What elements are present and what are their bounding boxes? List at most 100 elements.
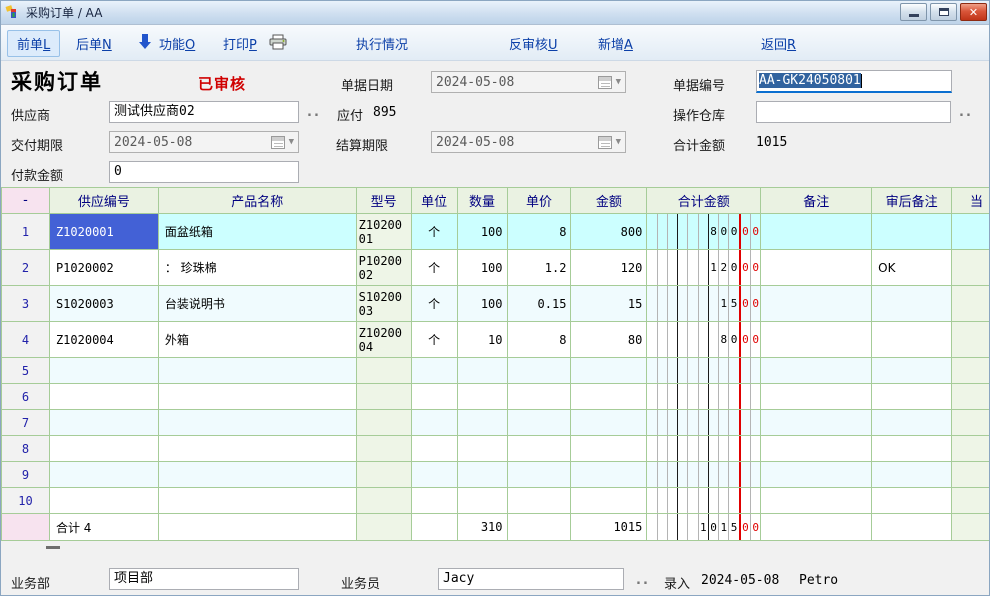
cell-r5-name[interactable] — [159, 358, 357, 384]
cell-r5-current-stock[interactable] — [952, 358, 990, 384]
cell-r7-post-note[interactable] — [872, 410, 952, 436]
cell-r5-code[interactable] — [50, 358, 159, 384]
dept-input[interactable]: 项目部 — [109, 568, 299, 590]
cell-r9-code[interactable] — [50, 462, 159, 488]
cell-r4-note[interactable] — [761, 322, 872, 358]
cell-r4-rownum[interactable]: 4 — [2, 322, 50, 358]
supplier-input[interactable]: 测试供应商02 — [109, 101, 299, 123]
cell-r3-amount[interactable]: 15 — [571, 286, 647, 322]
cell-r3-rownum[interactable]: 3 — [2, 286, 50, 322]
cell-r6-post-note[interactable] — [872, 384, 952, 410]
clerk-browse-button[interactable]: .. — [636, 573, 650, 588]
cell-r3-model[interactable]: S1020003 — [357, 286, 412, 322]
cell-r7-unit[interactable] — [412, 410, 458, 436]
cell-r8-ledger[interactable] — [647, 436, 761, 462]
cell-r6-unit[interactable] — [412, 384, 458, 410]
cell-r8-price[interactable] — [508, 436, 572, 462]
cell-r1-amount[interactable]: 800 — [571, 214, 647, 250]
cell-r5-amount[interactable] — [571, 358, 647, 384]
cell-r9-rownum[interactable]: 9 — [2, 462, 50, 488]
minimize-button[interactable] — [900, 3, 927, 21]
cell-r7-current-stock[interactable] — [952, 410, 990, 436]
settle-deadline-input[interactable]: 2024-05-08 ▼ — [431, 131, 626, 153]
cell-r3-current-stock[interactable] — [952, 286, 990, 322]
prev-doc-button[interactable]: 前单L — [7, 30, 60, 57]
cell-r10-qty[interactable] — [458, 488, 508, 514]
cell-r10-unit[interactable] — [412, 488, 458, 514]
cell-r7-qty[interactable] — [458, 410, 508, 436]
cell-r5-model[interactable] — [357, 358, 412, 384]
cell-r5-unit[interactable] — [412, 358, 458, 384]
cell-r3-price[interactable]: 0.15 — [508, 286, 572, 322]
cell-r9-current-stock[interactable] — [952, 462, 990, 488]
cell-r4-post-note[interactable] — [872, 322, 952, 358]
cell-r5-rownum[interactable]: 5 — [2, 358, 50, 384]
cell-r1-price[interactable]: 8 — [508, 214, 572, 250]
cell-r9-amount[interactable] — [571, 462, 647, 488]
doc-date-input[interactable]: 2024-05-08 ▼ — [431, 71, 626, 93]
cell-r3-name[interactable]: 台装说明书 — [159, 286, 357, 322]
cell-r7-ledger[interactable] — [647, 410, 761, 436]
cell-r5-post-note[interactable] — [872, 358, 952, 384]
functions-dropdown-icon[interactable] — [139, 34, 151, 53]
cell-r10-amount[interactable] — [571, 488, 647, 514]
cell-r1-ledger[interactable]: 80000 — [647, 214, 761, 250]
unaudit-button[interactable]: 反审核U — [509, 34, 558, 53]
cell-r10-code[interactable] — [50, 488, 159, 514]
cell-r2-code[interactable]: P1020002 — [50, 250, 159, 286]
cell-r2-name[interactable]: ： 珍珠棉 — [159, 250, 357, 286]
next-doc-button[interactable]: 后单N — [76, 34, 112, 53]
doc-no-input[interactable]: AA-GK24050801 — [756, 70, 952, 93]
cell-r7-note[interactable] — [761, 410, 872, 436]
delivery-deadline-input[interactable]: 2024-05-08 ▼ — [109, 131, 299, 153]
cell-r4-current-stock[interactable] — [952, 322, 990, 358]
cell-r9-note[interactable] — [761, 462, 872, 488]
cell-r9-price[interactable] — [508, 462, 572, 488]
functions-button[interactable]: 功能O — [159, 34, 195, 53]
cell-r4-unit[interactable]: 个 — [412, 322, 458, 358]
cell-r1-qty[interactable]: 100 — [458, 214, 508, 250]
cell-r8-rownum[interactable]: 8 — [2, 436, 50, 462]
cell-r6-rownum[interactable]: 6 — [2, 384, 50, 410]
cell-r10-name[interactable] — [159, 488, 357, 514]
cell-r7-name[interactable] — [159, 410, 357, 436]
cell-r4-qty[interactable]: 10 — [458, 322, 508, 358]
cell-r4-name[interactable]: 外箱 — [159, 322, 357, 358]
cell-r5-note[interactable] — [761, 358, 872, 384]
cell-r8-code[interactable] — [50, 436, 159, 462]
cell-r3-qty[interactable]: 100 — [458, 286, 508, 322]
cell-r6-model[interactable] — [357, 384, 412, 410]
warehouse-input[interactable] — [756, 101, 951, 123]
cell-r1-current-stock[interactable] — [952, 214, 990, 250]
cell-r10-model[interactable] — [357, 488, 412, 514]
cell-r2-qty[interactable]: 100 — [458, 250, 508, 286]
close-button[interactable]: ✕ — [960, 3, 987, 21]
cell-r1-code[interactable]: Z1020001 — [50, 214, 159, 250]
new-button[interactable]: 新增A — [598, 34, 633, 53]
cell-r2-current-stock[interactable] — [952, 250, 990, 286]
cell-r2-price[interactable]: 1.2 — [508, 250, 572, 286]
cell-r2-unit[interactable]: 个 — [412, 250, 458, 286]
execution-status-button[interactable]: 执行情况 — [356, 34, 408, 53]
cell-r10-rownum[interactable]: 10 — [2, 488, 50, 514]
supplier-browse-button[interactable]: .. — [307, 105, 321, 120]
totals-ledger[interactable]: 101500 — [647, 514, 761, 541]
printer-icon[interactable] — [269, 34, 287, 54]
cell-r4-amount[interactable]: 80 — [571, 322, 647, 358]
cell-r10-post-note[interactable] — [872, 488, 952, 514]
cell-r9-name[interactable] — [159, 462, 357, 488]
cell-r8-name[interactable] — [159, 436, 357, 462]
cell-r2-post-note[interactable]: OK — [872, 250, 952, 286]
return-button[interactable]: 返回R — [761, 34, 796, 53]
clerk-input[interactable]: Jacy — [438, 568, 624, 590]
cell-r4-code[interactable]: Z1020004 — [50, 322, 159, 358]
cell-r1-post-note[interactable] — [872, 214, 952, 250]
cell-r6-name[interactable] — [159, 384, 357, 410]
cell-r6-amount[interactable] — [571, 384, 647, 410]
cell-r1-note[interactable] — [761, 214, 872, 250]
cell-r3-unit[interactable]: 个 — [412, 286, 458, 322]
cell-r8-post-note[interactable] — [872, 436, 952, 462]
cell-r1-rownum[interactable]: 1 — [2, 214, 50, 250]
cell-r2-note[interactable] — [761, 250, 872, 286]
cell-r6-qty[interactable] — [458, 384, 508, 410]
